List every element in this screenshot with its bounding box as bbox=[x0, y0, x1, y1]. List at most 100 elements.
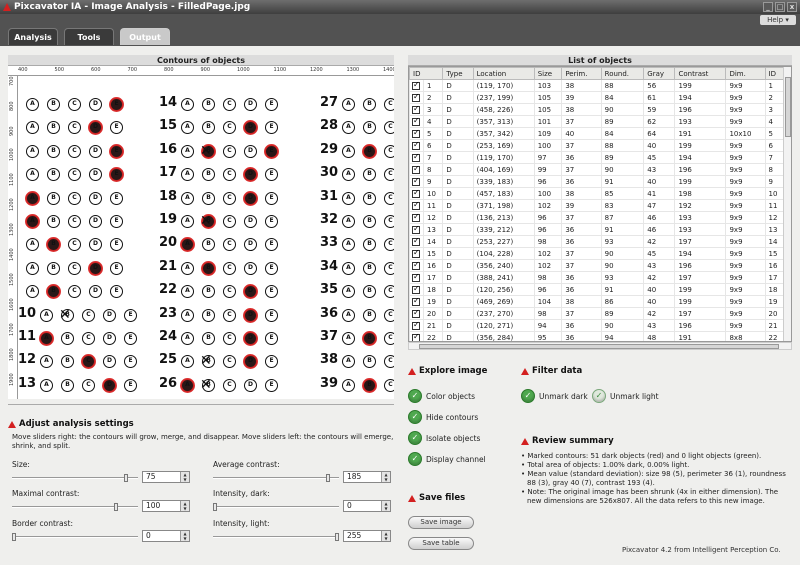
table-row[interactable]: 2D(237, 199)1053984611949x92 bbox=[409, 91, 785, 104]
display-channel-option[interactable]: ✓ Display channel bbox=[408, 452, 486, 466]
row-checkbox[interactable] bbox=[412, 272, 420, 282]
column-header[interactable]: Gray bbox=[643, 67, 676, 80]
hide-contours-option[interactable]: ✓ Hide contours bbox=[408, 410, 478, 424]
row-checkbox[interactable] bbox=[412, 200, 420, 210]
setting-slider[interactable] bbox=[213, 503, 339, 511]
table-row[interactable]: 17D(388, 241)983693421979x917 bbox=[409, 271, 785, 284]
scroll-thumb[interactable] bbox=[785, 77, 791, 137]
table-row[interactable]: 14D(253, 227)983693421979x914 bbox=[409, 235, 785, 248]
table-row[interactable]: 1D(119, 170)1033888561999x91 bbox=[409, 79, 785, 92]
table-row[interactable]: 6D(253, 169)1003788401999x96 bbox=[409, 139, 785, 152]
row-checkbox[interactable] bbox=[412, 320, 420, 330]
setting-value-input[interactable]: 0 ▲ ▼ bbox=[343, 500, 391, 512]
close-icon[interactable]: x bbox=[787, 2, 797, 12]
row-checkbox[interactable] bbox=[412, 248, 420, 258]
unmark-dark-option[interactable]: ✓ Unmark dark bbox=[521, 389, 588, 403]
row-checkbox[interactable] bbox=[412, 236, 420, 246]
table-row[interactable]: 9D(339, 183)963691401999x99 bbox=[409, 175, 785, 188]
spinner-arrows-icon[interactable]: ▲ ▼ bbox=[180, 531, 189, 541]
table-row[interactable]: 8D(404, 169)993790431969x98 bbox=[409, 163, 785, 176]
table-horizontal-scrollbar[interactable] bbox=[408, 342, 792, 350]
isolate-objects-option[interactable]: ✓ Isolate objects bbox=[408, 431, 480, 445]
table-row[interactable]: 5D(357, 342)10940846419110x105 bbox=[409, 127, 785, 140]
row-checkbox[interactable] bbox=[412, 260, 420, 270]
row-checkbox[interactable] bbox=[412, 188, 420, 198]
slider-thumb[interactable] bbox=[12, 533, 16, 541]
table-row[interactable]: 3D(458, 226)1053890591969x93 bbox=[409, 103, 785, 116]
table-row[interactable]: 12D(136, 213)963787461939x912 bbox=[409, 211, 785, 224]
slider-thumb[interactable] bbox=[114, 503, 119, 511]
row-checkbox[interactable] bbox=[412, 284, 420, 294]
table-row[interactable]: 16D(356, 240)1023790431969x916 bbox=[409, 259, 785, 272]
table-vertical-scrollbar[interactable] bbox=[783, 67, 791, 341]
slider-thumb[interactable] bbox=[124, 474, 129, 482]
tab-output[interactable]: Output bbox=[120, 28, 170, 45]
table-cell: 42 bbox=[643, 307, 676, 320]
tab-analysis[interactable]: Analysis bbox=[8, 28, 58, 45]
table-row[interactable]: 10D(457, 183)1003885411989x910 bbox=[409, 187, 785, 200]
row-checkbox[interactable] bbox=[412, 152, 420, 162]
column-header[interactable]: Size bbox=[533, 67, 563, 80]
setting-slider[interactable] bbox=[12, 474, 138, 482]
column-header[interactable]: ID bbox=[764, 67, 785, 80]
row-checkbox[interactable] bbox=[412, 224, 420, 234]
spinner-arrows-icon[interactable]: ▲ ▼ bbox=[180, 472, 189, 482]
row-checkbox[interactable] bbox=[412, 104, 420, 114]
setting-slider[interactable] bbox=[213, 474, 339, 482]
setting-value-input[interactable]: 0 ▲ ▼ bbox=[142, 530, 190, 542]
row-checkbox[interactable] bbox=[412, 80, 420, 90]
row-checkbox[interactable] bbox=[412, 308, 420, 318]
spinner-arrows-icon[interactable]: ▲ ▼ bbox=[381, 531, 390, 541]
slider-thumb[interactable] bbox=[326, 474, 331, 482]
row-checkbox[interactable] bbox=[412, 92, 420, 102]
table-row[interactable]: 7D(119, 170)973689451949x97 bbox=[409, 151, 785, 164]
spinner-arrows-icon[interactable]: ▲ ▼ bbox=[381, 472, 390, 482]
row-checkbox[interactable] bbox=[412, 212, 420, 222]
table-row[interactable]: 18D(120, 256)963691401999x918 bbox=[409, 283, 785, 296]
spinner-arrows-icon[interactable]: ▲ ▼ bbox=[180, 501, 189, 511]
setting-slider[interactable] bbox=[213, 533, 339, 541]
table-row[interactable]: 21D(120, 271)943690431969x921 bbox=[409, 319, 785, 332]
row-checkbox[interactable] bbox=[412, 164, 420, 174]
help-menu-button[interactable]: Help ▾ bbox=[760, 15, 796, 25]
setting-slider[interactable] bbox=[12, 533, 138, 541]
column-header[interactable]: Contrast bbox=[674, 67, 727, 80]
save-table-button[interactable]: Save table bbox=[408, 537, 474, 550]
table-row[interactable]: 19D(469, 269)1043886401999x919 bbox=[409, 295, 785, 308]
save-image-button[interactable]: Save image bbox=[408, 516, 474, 529]
color-objects-option[interactable]: ✓ Color objects bbox=[408, 389, 475, 403]
row-checkbox[interactable] bbox=[412, 116, 420, 126]
column-header[interactable]: ID bbox=[409, 67, 444, 80]
table-row[interactable]: 4D(357, 313)1013789621939x94 bbox=[409, 115, 785, 128]
row-checkbox[interactable] bbox=[412, 332, 420, 341]
column-header[interactable]: Type bbox=[442, 67, 474, 80]
setting-value-input[interactable]: 100 ▲ ▼ bbox=[142, 500, 190, 512]
unmark-light-option[interactable]: ✓ Unmark light bbox=[592, 389, 659, 403]
row-checkbox[interactable] bbox=[412, 176, 420, 186]
spinner-arrows-icon[interactable]: ▲ ▼ bbox=[381, 501, 390, 511]
slider-thumb[interactable] bbox=[213, 503, 217, 511]
table-row[interactable]: 15D(104, 228)1023790451949x915 bbox=[409, 247, 785, 260]
minimize-icon[interactable]: _ bbox=[763, 2, 773, 12]
column-header[interactable]: Location bbox=[472, 67, 535, 80]
slider-thumb[interactable] bbox=[335, 533, 339, 541]
row-checkbox[interactable] bbox=[412, 140, 420, 150]
tab-tools[interactable]: Tools bbox=[64, 28, 114, 45]
column-header[interactable]: Round. bbox=[600, 67, 645, 80]
table-row[interactable]: 22D(356, 284)953694481918x822 bbox=[409, 331, 785, 341]
row-checkbox[interactable] bbox=[412, 296, 420, 306]
setting-slider[interactable] bbox=[12, 503, 138, 511]
table-row[interactable]: 20D(237, 270)983789421979x920 bbox=[409, 307, 785, 320]
table-row[interactable]: 11D(371, 198)1023983471929x911 bbox=[409, 199, 785, 212]
maximize-icon[interactable]: □ bbox=[775, 2, 785, 12]
column-header[interactable]: Dim. bbox=[725, 67, 766, 80]
row-checkbox[interactable] bbox=[412, 128, 420, 138]
scroll-thumb[interactable] bbox=[419, 344, 779, 349]
setting-value-input[interactable]: 75 ▲ ▼ bbox=[142, 471, 190, 483]
setting-value-input[interactable]: 185 ▲ ▼ bbox=[343, 471, 391, 483]
answer-bubble: A bbox=[26, 144, 39, 158]
contours-canvas[interactable]: 1ABCDE2ABCDE3ABCDE4ABCDE5ABCDE6ABCDE7ABC… bbox=[18, 76, 394, 399]
setting-value-input[interactable]: 255 ▲ ▼ bbox=[343, 530, 391, 542]
column-header[interactable]: Perim. bbox=[561, 67, 602, 80]
table-row[interactable]: 13D(339, 212)963691461939x913 bbox=[409, 223, 785, 236]
